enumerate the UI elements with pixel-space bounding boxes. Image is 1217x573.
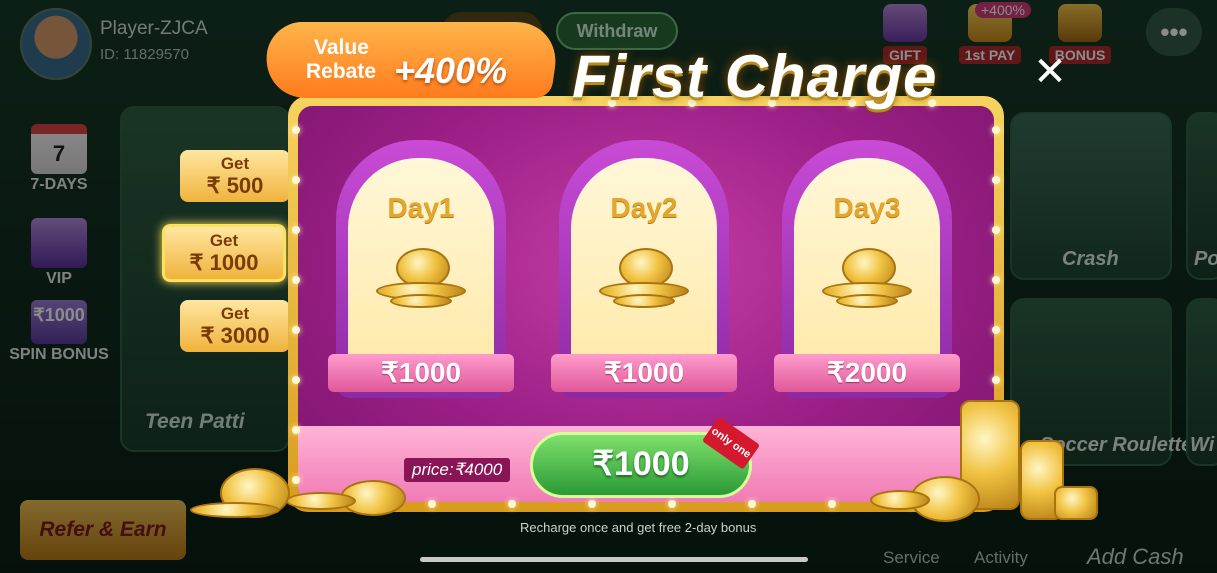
- get-button-amount: ₹ 1000: [189, 250, 259, 275]
- banner-text-value: Value: [314, 36, 369, 59]
- day-amount: ₹1000: [328, 354, 514, 392]
- coin-stack-icon: [595, 248, 693, 318]
- get-button-title: Get: [209, 231, 239, 250]
- get-button-title: Get: [220, 304, 250, 323]
- get-500-button[interactable]: Get ₹ 500: [180, 150, 290, 202]
- get-1000-button[interactable]: Get ₹ 1000: [162, 224, 286, 282]
- day-card-1[interactable]: Day1 ₹1000: [328, 140, 514, 398]
- recharge-hint: Recharge once and get free 2-day bonus: [520, 520, 757, 535]
- home-indicator[interactable]: [420, 557, 808, 562]
- banner-percent: +400%: [394, 50, 508, 91]
- get-3000-button[interactable]: Get ₹ 3000: [180, 300, 290, 352]
- total-price-label: price:₹4000: [404, 458, 511, 482]
- day-card-3[interactable]: Day3 ₹2000: [774, 140, 960, 398]
- modal-title: First Charge: [572, 43, 938, 110]
- day-amount: ₹1000: [551, 354, 737, 392]
- coin-pile-left-icon: [190, 458, 410, 528]
- day-title: Day1: [387, 192, 455, 223]
- get-button-title: Get: [220, 154, 250, 173]
- day-title: Day3: [833, 192, 901, 223]
- day-card-2[interactable]: Day2 ₹1000: [551, 140, 737, 398]
- coin-stack-icon: [372, 248, 470, 318]
- close-icon[interactable]: ✕: [1030, 52, 1070, 92]
- day-title: Day2: [610, 192, 678, 223]
- banner-text-rebate: Rebate: [306, 60, 377, 83]
- value-rebate-banner: Value Rebate +400%: [260, 14, 566, 100]
- coin-stack-icon: [818, 248, 916, 318]
- get-button-amount: ₹ 3000: [200, 323, 270, 348]
- day-amount: ₹2000: [774, 354, 960, 392]
- get-button-amount: ₹ 500: [206, 173, 264, 198]
- coin-pile-right-icon: [870, 400, 1100, 530]
